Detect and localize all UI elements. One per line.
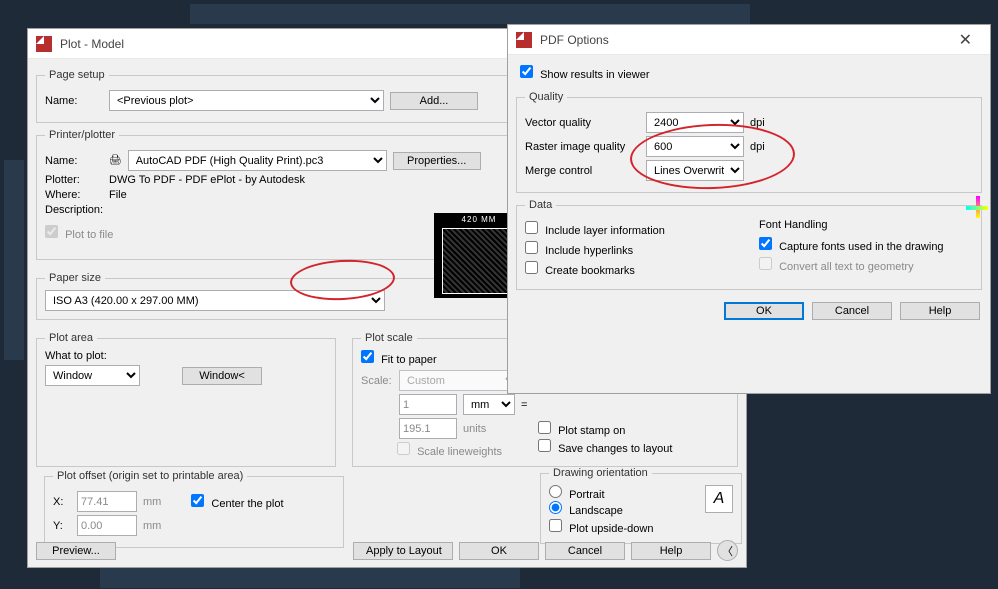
scale-lineweights-checkbox: Scale lineweights: [397, 446, 502, 458]
offset-x-label: X:: [53, 496, 71, 508]
merge-control-label: Merge control: [525, 165, 640, 177]
paper-size-legend: Paper size: [45, 272, 105, 284]
description-label: Description:: [45, 204, 103, 216]
window-button[interactable]: Window<: [182, 367, 262, 385]
vector-dpi: dpi: [750, 117, 765, 129]
vector-quality-select[interactable]: 2400: [646, 112, 744, 133]
vector-quality-label: Vector quality: [525, 117, 640, 129]
plot-area-legend: Plot area: [45, 332, 97, 344]
capture-fonts-checkbox[interactable]: Capture fonts used in the drawing: [759, 237, 973, 253]
paper-size-select[interactable]: ISO A3 (420.00 x 297.00 MM): [45, 290, 385, 311]
plot-offset-group: Plot offset (origin set to printable are…: [44, 470, 344, 548]
include-hyperlinks-checkbox[interactable]: Include hyperlinks: [525, 241, 739, 257]
upside-down-checkbox[interactable]: Plot upside-down: [549, 519, 733, 535]
scale-unit-select[interactable]: mm: [463, 394, 515, 415]
printer-name-label: Name:: [45, 155, 103, 167]
autocad-logo-icon: [36, 36, 52, 52]
pdf-cancel-button[interactable]: Cancel: [812, 302, 892, 320]
where-label: Where:: [45, 189, 103, 201]
plot-scale-legend: Plot scale: [361, 332, 417, 344]
data-group: Data Include layer information Include h…: [516, 199, 982, 290]
properties-button[interactable]: Properties...: [393, 152, 481, 170]
offset-y-input: [77, 515, 137, 536]
raster-quality-select[interactable]: 600: [646, 136, 744, 157]
font-handling-label: Font Handling: [759, 219, 973, 231]
landscape-radio[interactable]: Landscape: [549, 501, 705, 517]
orientation-group: Drawing orientation Portrait Landscape A…: [540, 467, 742, 544]
fit-to-paper-checkbox[interactable]: Fit to paper: [361, 354, 437, 366]
scale-select: Custom: [399, 370, 519, 391]
equals-sign: =: [521, 399, 527, 411]
page-setup-name-label: Name:: [45, 95, 103, 107]
apply-layout-button[interactable]: Apply to Layout: [353, 542, 453, 560]
add-button[interactable]: Add...: [390, 92, 478, 110]
pdf-titlebar[interactable]: PDF Options ✕: [508, 25, 990, 55]
units-label: units: [463, 423, 486, 435]
plot-stamp-checkbox[interactable]: Plot stamp on: [538, 421, 738, 437]
scale-denominator: [399, 418, 457, 439]
plot-cancel-button[interactable]: Cancel: [545, 542, 625, 560]
quality-group: Quality Vector quality 2400 dpi Raster i…: [516, 91, 982, 193]
pdf-title: PDF Options: [540, 33, 609, 47]
raster-dpi: dpi: [750, 141, 765, 153]
show-results-checkbox[interactable]: Show results in viewer: [520, 69, 650, 81]
offset-x-input: [77, 491, 137, 512]
what-to-plot-select[interactable]: Window: [45, 365, 140, 386]
save-changes-checkbox[interactable]: Save changes to layout: [538, 439, 738, 455]
plot-offset-legend: Plot offset (origin set to printable are…: [53, 470, 247, 482]
plot-help-button[interactable]: Help: [631, 542, 711, 560]
raster-quality-label: Raster image quality: [525, 141, 640, 153]
plot-ok-button[interactable]: OK: [459, 542, 539, 560]
plotter-label: Plotter:: [45, 174, 103, 186]
pdf-help-button[interactable]: Help: [900, 302, 980, 320]
plot-title: Plot - Model: [60, 37, 124, 51]
portrait-radio[interactable]: Portrait: [549, 485, 705, 501]
crosshair-cursor-icon: [966, 196, 988, 218]
orientation-icon: A: [705, 485, 733, 513]
pdf-ok-button[interactable]: OK: [724, 302, 804, 320]
convert-text-checkbox: Convert all text to geometry: [759, 257, 973, 273]
orientation-legend: Drawing orientation: [549, 467, 652, 479]
page-setup-name-select[interactable]: <Previous plot>: [109, 90, 384, 111]
center-plot-checkbox[interactable]: Center the plot: [191, 494, 283, 510]
close-icon[interactable]: ✕: [949, 30, 982, 50]
what-to-plot-label: What to plot:: [45, 350, 327, 362]
plot-area-group: Plot area What to plot: Window Window<: [36, 332, 336, 467]
scale-label: Scale:: [361, 375, 393, 387]
create-bookmarks-checkbox[interactable]: Create bookmarks: [525, 261, 739, 277]
quality-legend: Quality: [525, 91, 567, 103]
merge-control-select[interactable]: Lines Overwrite: [646, 160, 744, 181]
pdf-options-dialog: PDF Options ✕ Show results in viewer Qua…: [507, 24, 991, 394]
scale-numerator: [399, 394, 457, 415]
plotter-value: DWG To PDF - PDF ePlot - by Autodesk: [109, 174, 305, 186]
printer-name-select[interactable]: AutoCAD PDF (High Quality Print).pc3: [128, 150, 387, 171]
offset-y-label: Y:: [53, 520, 71, 532]
include-layer-checkbox[interactable]: Include layer information: [525, 221, 739, 237]
expand-button[interactable]: 〈: [717, 540, 738, 561]
autocad-logo-icon: [516, 32, 532, 48]
plot-to-file-checkbox: Plot to file: [45, 225, 113, 241]
data-legend: Data: [525, 199, 556, 211]
printer-legend: Printer/plotter: [45, 129, 119, 141]
preview-button[interactable]: Preview...: [36, 542, 116, 560]
where-value: File: [109, 189, 127, 201]
page-setup-legend: Page setup: [45, 69, 109, 81]
